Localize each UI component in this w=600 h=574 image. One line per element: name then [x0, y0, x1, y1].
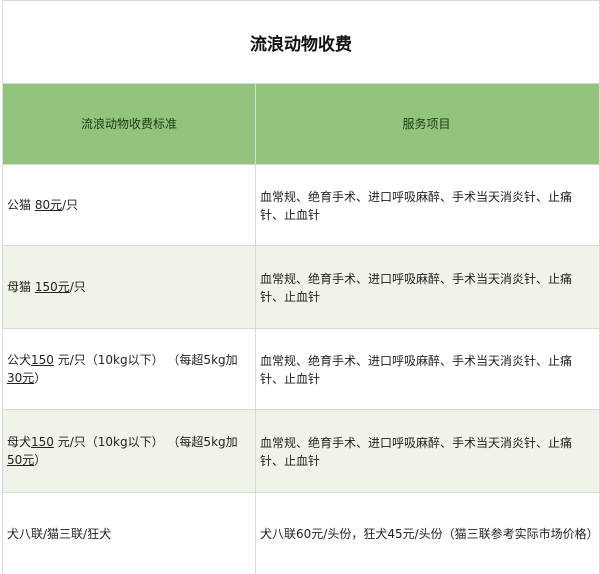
- fee-standard-cell: 母猫 150元/只: [3, 246, 256, 328]
- fee-amount: 150: [31, 435, 54, 449]
- fee-unit: 元/只（10kg以下） （每超5kg加: [53, 435, 238, 449]
- fee-unit: /只: [62, 198, 79, 212]
- fee-label: 公猫: [7, 198, 35, 212]
- fee-standard-cell: 母犬150 元/只（10kg以下） （每超5kg加 50元）: [3, 410, 256, 492]
- fee-close: ）: [34, 371, 47, 385]
- services-cell: 血常规、绝育手术、进口呼吸麻醉、手术当天消炎针、止痛针、止血针: [260, 436, 573, 468]
- fee-close: ）: [34, 453, 47, 467]
- table-row: 母猫 150元/只 血常规、绝育手术、进口呼吸麻醉、手术当天消炎针、止痛针、止血…: [3, 246, 599, 329]
- title-row: 流浪动物收费: [3, 1, 599, 84]
- header-row: 流浪动物收费标准 服务项目: [3, 84, 599, 165]
- table-row: 公犬150 元/只（10kg以下） （每超5kg加 30元） 血常规、绝育手术、进…: [3, 329, 599, 410]
- services-cell: 血常规、绝育手术、进口呼吸麻醉、手术当天消炎针、止痛针、止血针: [260, 354, 573, 386]
- fee-amount: 80元: [34, 198, 63, 212]
- fee-label: 母犬: [7, 435, 32, 449]
- page-title: 流浪动物收费: [250, 34, 352, 55]
- fee-amount: 150: [31, 353, 54, 367]
- fee-standard-cell: 公猫 80元/只: [3, 165, 256, 245]
- fee-amount: 150元: [34, 280, 70, 294]
- fee-table: 流浪动物收费 流浪动物收费标准 服务项目 公猫 80元/只 血常规、绝育手术、进…: [2, 0, 600, 574]
- fee-standard-cell: 犬八联/猫三联/狂犬: [3, 493, 256, 574]
- services-cell: 血常规、绝育手术、进口呼吸麻醉、手术当天消炎针、止痛针、止血针: [260, 190, 573, 222]
- services-cell: 犬八联60元/头份，狂犬45元/头份（猫三联参考实际市场价格）: [260, 526, 599, 541]
- fee-unit: 元/只（10kg以下） （每超5kg加: [53, 353, 238, 367]
- fee-label: 公犬: [7, 353, 32, 367]
- table-row: 犬八联/猫三联/狂犬 犬八联60元/头份，狂犬45元/头份（猫三联参考实际市场价…: [3, 493, 599, 574]
- fee-surcharge: 50元: [7, 453, 35, 467]
- header-services: 服务项目: [402, 117, 451, 131]
- services-cell: 血常规、绝育手术、进口呼吸麻醉、手术当天消炎针、止痛针、止血针: [260, 272, 573, 304]
- fee-standard-cell: 公犬150 元/只（10kg以下） （每超5kg加 30元）: [3, 329, 256, 409]
- fee-label: 母猫: [7, 280, 35, 294]
- table-row: 母犬150 元/只（10kg以下） （每超5kg加 50元） 血常规、绝育手术、进…: [3, 410, 599, 493]
- table-row: 公猫 80元/只 血常规、绝育手术、进口呼吸麻醉、手术当天消炎针、止痛针、止血针: [3, 165, 599, 246]
- header-standard: 流浪动物收费标准: [3, 84, 256, 164]
- fee-surcharge: 30元: [7, 371, 35, 385]
- fee-unit: /只: [69, 280, 86, 294]
